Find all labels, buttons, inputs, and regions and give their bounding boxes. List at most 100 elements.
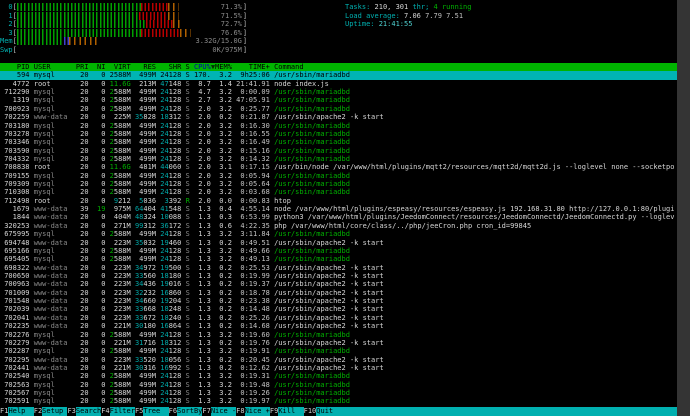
column-header-user[interactable]: USER xyxy=(34,63,72,71)
cell-shr: 18 xyxy=(160,356,168,364)
fkey-f10[interactable]: F10 xyxy=(304,407,317,416)
process-row-702279[interactable]: 702279 www-data 20 0 221M 31716 18312 S … xyxy=(0,339,677,347)
cell-shr: 204 xyxy=(169,297,182,305)
process-row-695405[interactable]: 695405 mysql 20 0 2588M 499M 24128 S 1.3… xyxy=(0,255,677,263)
fkey-f8-nice-[interactable]: Nice + xyxy=(245,407,270,416)
cell-virt: 588M xyxy=(114,230,131,238)
process-row-701548[interactable]: 701548 www-data 20 0 223M 34660 19204 S … xyxy=(0,297,677,305)
process-row-703346[interactable]: 703346 mysql 20 0 2588M 499M 24128 S 2.0… xyxy=(0,138,677,146)
cell-state: S xyxy=(186,172,190,180)
fkey-f6-sortby[interactable]: SortBy xyxy=(177,407,202,416)
process-row-702276[interactable]: 702276 mysql 20 0 2588M 499M 24128 S 1.3… xyxy=(0,331,677,339)
process-row-702041[interactable]: 702041 www-data 20 0 223M 33672 18240 S … xyxy=(0,314,677,322)
process-row-320253[interactable]: 320253 www-data 20 0 271M 99312 36172 S … xyxy=(0,222,677,230)
fkey-f8[interactable]: F8 xyxy=(236,407,244,416)
process-row-701009[interactable]: 701009 www-data 20 0 223M 32232 16860 S … xyxy=(0,289,677,297)
column-header-virt[interactable]: VIRT xyxy=(110,63,131,71)
fkey-f3-search[interactable]: Search xyxy=(76,407,101,416)
fkey-f2-setup[interactable]: Setup xyxy=(42,407,67,416)
fkey-f7[interactable]: F7 xyxy=(202,407,210,416)
fkey-f5-tree[interactable]: Tree xyxy=(143,407,168,416)
process-row-695166[interactable]: 695166 mysql 20 0 2588M 499M 24128 S 1.3… xyxy=(0,247,677,255)
cell-ni: 0 xyxy=(93,138,106,146)
process-row-712498[interactable]: 712498 root 20 0 9212 5036 3392 R 2.0 0.… xyxy=(0,197,677,205)
process-row-675995[interactable]: 675995 mysql 20 0 2588M 499M 24128 S 1.3… xyxy=(0,230,677,238)
fkey-f1[interactable]: F1 xyxy=(0,407,8,416)
process-row-703180[interactable]: 703180 mysql 20 0 2588M 499M 24128 S 2.0… xyxy=(0,122,677,130)
fkey-f7-nice-[interactable]: Nice - xyxy=(211,407,236,416)
column-header-cpu-sorted[interactable]: CPU% xyxy=(194,63,211,71)
cell-res: 316 xyxy=(143,364,156,372)
cell-shr: 16 xyxy=(160,289,168,297)
process-row-4772[interactable]: 4772 root 20 0 11.6G 213M 47148 S 8.7 1.… xyxy=(0,80,677,88)
column-header-time[interactable]: TIME+ xyxy=(236,63,270,71)
meter-segment-orange xyxy=(69,37,100,45)
process-row-702540[interactable]: 702540 mysql 20 0 2588M 499M 24128 S 1.3… xyxy=(0,372,677,380)
column-header-ni[interactable]: NI xyxy=(93,63,106,71)
cell-shr: 18 xyxy=(160,339,168,347)
cell-state: S xyxy=(186,297,190,305)
fkey-f9-kill[interactable]: Kill xyxy=(278,407,303,416)
cell-command: /usr/sbin/mariadbd xyxy=(274,88,350,96)
process-row-702039[interactable]: 702039 www-data 20 0 223M 33668 18248 S … xyxy=(0,305,677,313)
process-row-702567[interactable]: 702567 mysql 20 0 2588M 499M 24128 S 1.3… xyxy=(0,389,677,397)
cell-ni: 0 xyxy=(93,222,106,230)
fkey-f2[interactable]: F2 xyxy=(34,407,42,416)
cell-cpu-pct: 1.3 xyxy=(194,389,211,397)
process-row-698322[interactable]: 698322 www-data 20 0 223M 34972 19500 S … xyxy=(0,264,677,272)
fkey-f5[interactable]: F5 xyxy=(135,407,143,416)
process-row-702591[interactable]: 702591 mysql 20 0 2588M 499M 24128 S 1.3… xyxy=(0,397,677,405)
fkey-f6[interactable]: F6 xyxy=(169,407,177,416)
process-row-694748[interactable]: 694748 www-data 20 0 223M 35032 19460 S … xyxy=(0,239,677,247)
process-row-702563[interactable]: 702563 mysql 20 0 2588M 499M 24128 S 1.3… xyxy=(0,381,677,389)
swap-meter-label: Swp xyxy=(0,46,13,54)
column-header-pid[interactable]: PID xyxy=(0,63,30,71)
process-row-703590[interactable]: 703590 mysql 20 0 2588M 499M 24128 S 2.0… xyxy=(0,147,677,155)
meter-segment-red xyxy=(141,3,168,11)
process-row-709155[interactable]: 709155 mysql 20 0 2588M 499M 24128 S 2.0… xyxy=(0,172,677,180)
column-header-pri[interactable]: PRI xyxy=(76,63,89,71)
cell-state: S xyxy=(186,389,190,397)
process-row-704332[interactable]: 704332 mysql 20 0 2588M 499M 24128 S 2.0… xyxy=(0,155,677,163)
process-row-700963[interactable]: 700963 www-data 20 0 223M 34436 19016 S … xyxy=(0,280,677,288)
process-row-702259[interactable]: 702259 www-data 20 0 225M 35828 18312 S … xyxy=(0,113,677,121)
process-row-709309[interactable]: 709309 mysql 20 0 2588M 499M 24128 S 2.0… xyxy=(0,180,677,188)
process-row-1844[interactable]: 1844 www-data 20 0 404M 48324 10088 S 1.… xyxy=(0,213,677,221)
process-row-700923[interactable]: 700923 mysql 20 0 2588M 499M 24128 S 2.0… xyxy=(0,105,677,113)
process-row-702441[interactable]: 702441 www-data 20 0 221M 30316 16992 S … xyxy=(0,364,677,372)
cell-cpu-pct: 1.3 xyxy=(194,255,211,263)
cell-shr: 24 xyxy=(160,381,168,389)
process-row-1679[interactable]: 1679 www-data 39 19 975M 64404 41548 S 1… xyxy=(0,205,677,213)
column-header-command[interactable]: Command xyxy=(274,63,304,71)
column-header-mem[interactable]: MEM% xyxy=(215,63,232,71)
process-row-708838[interactable]: 708838 root 20 0 11.6G 481M 44060 S 2.0 … xyxy=(0,163,677,171)
process-row-710308[interactable]: 710308 mysql 20 0 2588M 499M 24128 S 2.0… xyxy=(0,188,677,196)
cpu0-meter-bar: 71.3% xyxy=(17,3,243,11)
cell-shr: 24 xyxy=(160,96,168,104)
process-row-702235[interactable]: 702235 www-data 20 0 221M 30180 16864 S … xyxy=(0,322,677,330)
cell-time: 0:25.77 xyxy=(236,105,270,113)
process-row-702295[interactable]: 702295 www-data 20 0 223M 33520 18056 S … xyxy=(0,356,677,364)
process-table-header[interactable]: PID USER PRI NI VIRT RES SHR S CPU%▼MEM%… xyxy=(0,63,677,71)
process-row-702287[interactable]: 702287 mysql 20 0 2588M 499M 24128 S 1.3… xyxy=(0,347,677,355)
cell-pri: 20 xyxy=(76,147,89,155)
column-header-shr[interactable]: SHR xyxy=(160,63,181,71)
column-header-res[interactable]: RES xyxy=(135,63,156,71)
cell-res: 499M xyxy=(135,172,156,180)
fkey-f4[interactable]: F4 xyxy=(101,407,109,416)
cell-ni: 0 xyxy=(93,180,106,188)
fkey-f1-help[interactable]: Help xyxy=(8,407,33,416)
process-row-712290[interactable]: 712290 mysql 20 0 2588M 499M 24128 S 4.7… xyxy=(0,88,677,96)
process-row-1319[interactable]: 1319 mysql 20 0 2588M 499M 24128 S 2.7 3… xyxy=(0,96,677,104)
process-row-594[interactable]: 594 mysql 20 0 2588M 499M 24128 S 170. 3… xyxy=(0,71,677,79)
fkey-f10-quit[interactable]: Quit xyxy=(316,407,341,416)
terminal-scrollbar[interactable] xyxy=(677,0,690,416)
process-row-703278[interactable]: 703278 mysql 20 0 2588M 499M 24128 S 2.0… xyxy=(0,130,677,138)
cell-virt: 588M xyxy=(114,381,131,389)
fkey-f4-filter[interactable]: Filter xyxy=(110,407,135,416)
process-row-700650[interactable]: 700650 www-data 20 0 223M 33560 18180 S … xyxy=(0,272,677,280)
column-header-state[interactable]: S xyxy=(186,63,190,71)
cell-user: mysql xyxy=(34,105,72,113)
fkey-f3[interactable]: F3 xyxy=(67,407,75,416)
fkey-f9[interactable]: F9 xyxy=(270,407,278,416)
